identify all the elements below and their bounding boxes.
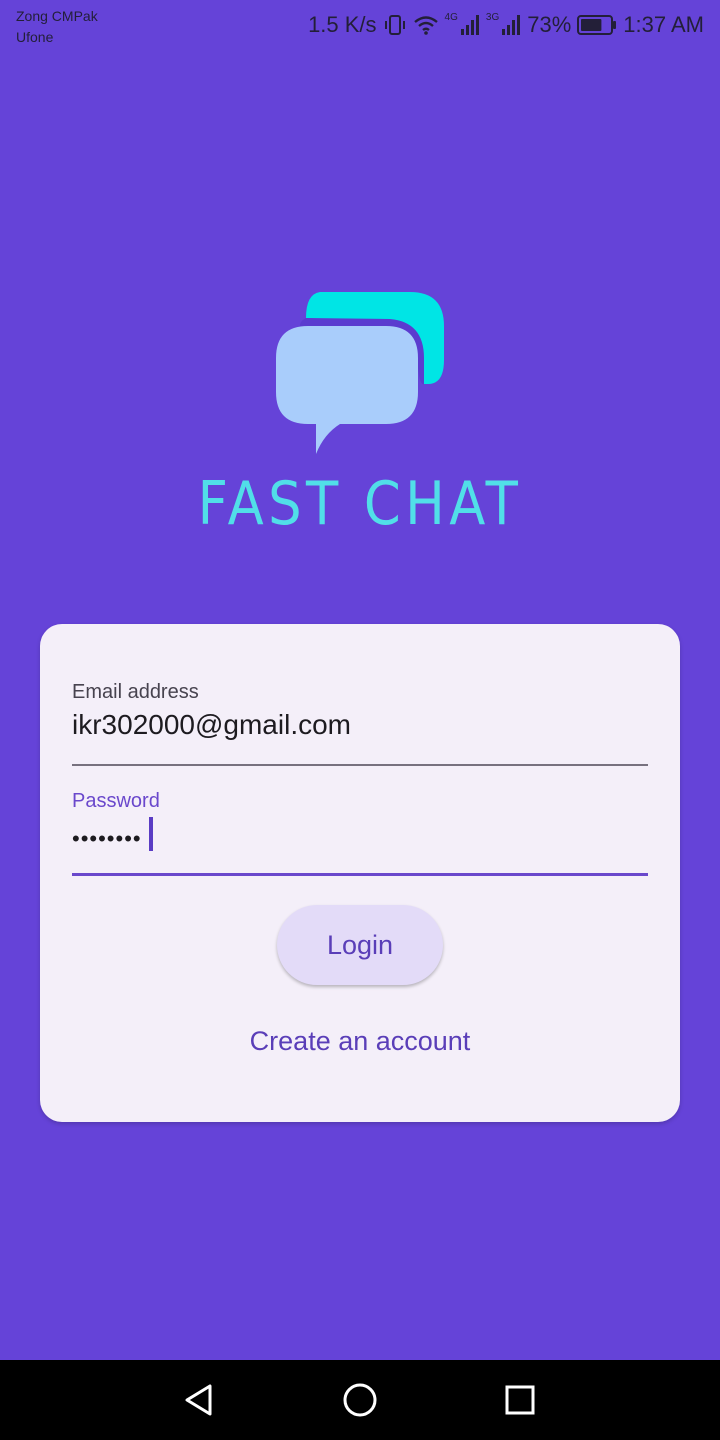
login-card: Email address ikr302000@gmail.com Passwo… xyxy=(40,624,680,1122)
login-screen: Zong CMPak Ufone 1.5 K/s 4G 3G 73% 1:37 … xyxy=(0,0,720,1360)
email-value[interactable]: ikr302000@gmail.com xyxy=(72,708,351,742)
signal-3g-icon xyxy=(501,14,521,36)
status-time: 1:37 AM xyxy=(623,12,704,37)
carrier-2: Ufone xyxy=(16,29,54,45)
network-speed: 1.5 K/s xyxy=(308,12,377,37)
chat-bubbles-icon xyxy=(270,288,450,458)
network-tag-4g: 4G xyxy=(444,11,458,23)
status-bar: Zong CMPak Ufone 1.5 K/s 4G 3G 73% 1:37 … xyxy=(0,0,720,50)
status-icons: 1.5 K/s 4G 3G 73% 1:37 AM xyxy=(308,10,704,40)
network-tag-3g: 3G xyxy=(485,11,500,23)
carrier-1: Zong CMPak xyxy=(16,8,98,24)
battery-fill xyxy=(581,19,602,31)
password-label: Password xyxy=(72,790,160,812)
text-cursor xyxy=(149,817,153,851)
signal-4g-icon xyxy=(460,14,480,36)
wifi-icon xyxy=(413,14,439,36)
back-icon[interactable] xyxy=(180,1380,220,1420)
password-field[interactable]: Password •••••••• xyxy=(72,789,648,876)
email-label: Email address xyxy=(72,681,199,703)
password-value[interactable]: •••••••• xyxy=(72,822,142,856)
app-title: FAST CHAT xyxy=(197,469,523,539)
login-button[interactable]: Login xyxy=(277,905,443,985)
home-icon[interactable] xyxy=(340,1380,380,1420)
battery-percent: 73% xyxy=(527,12,572,37)
carrier-names: Zong CMPak Ufone xyxy=(16,6,98,48)
navigation-bar xyxy=(0,1360,720,1440)
email-field[interactable]: Email address ikr302000@gmail.com xyxy=(72,680,648,766)
vibrate-icon xyxy=(383,13,407,37)
recents-icon[interactable] xyxy=(500,1380,540,1420)
battery-icon xyxy=(577,14,617,36)
create-account-link[interactable]: Create an account xyxy=(40,1021,680,1061)
